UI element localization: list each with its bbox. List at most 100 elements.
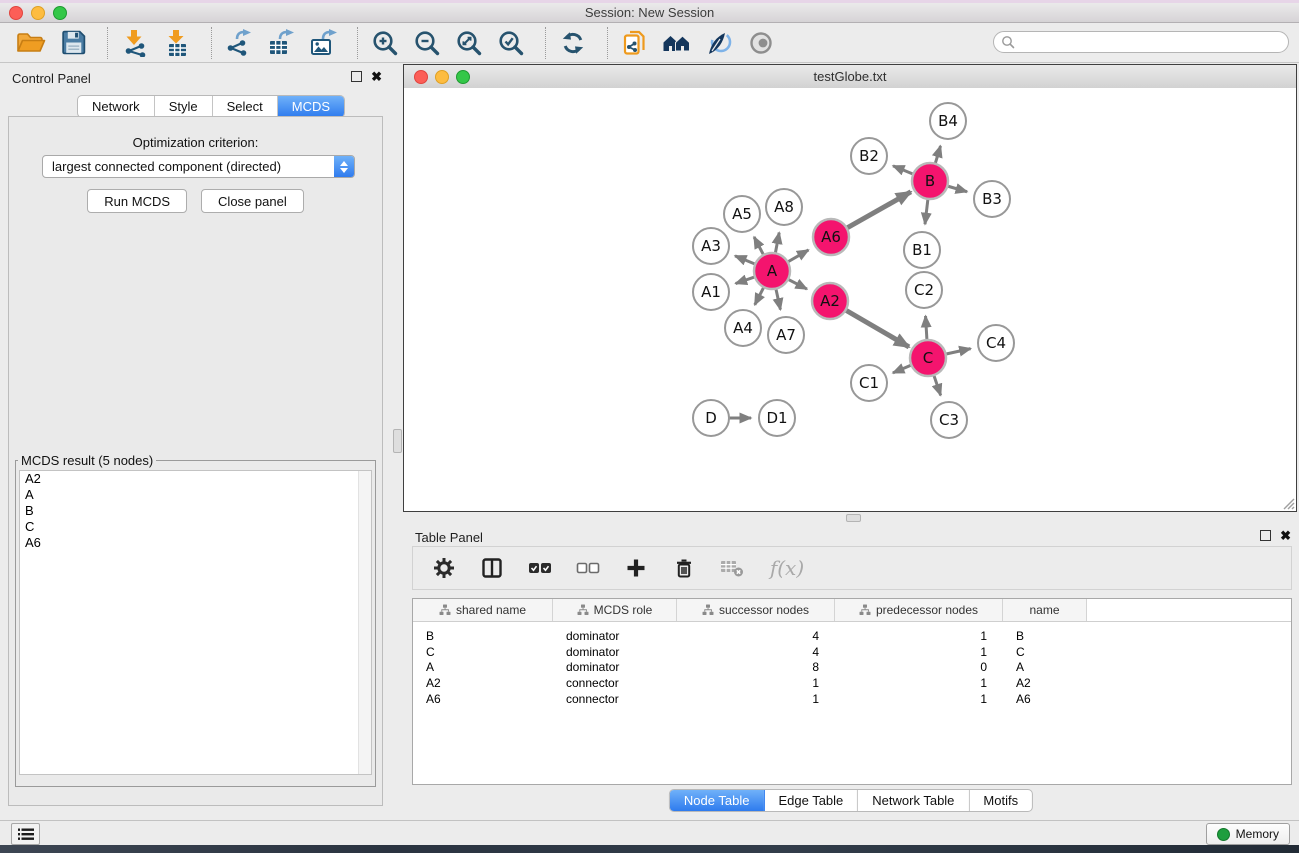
tab-network[interactable]: Network (78, 96, 155, 117)
table-row[interactable]: A6connector11A6 (413, 691, 1291, 707)
vertical-split-divider[interactable] (390, 63, 403, 817)
table-cell[interactable]: 1 (677, 676, 835, 690)
table-cell[interactable]: 4 (677, 629, 835, 643)
export-network-button[interactable] (222, 27, 256, 59)
table-cell[interactable]: 1 (835, 676, 1003, 690)
zoom-in-button[interactable] (368, 27, 402, 59)
criterion-dropdown[interactable]: largest connected component (directed) (42, 155, 355, 178)
column-header-label: predecessor nodes (876, 603, 978, 617)
table-cell[interactable]: A (413, 660, 553, 674)
delete-table-button[interactable] (719, 555, 745, 581)
import-table-button[interactable] (160, 27, 194, 59)
graph-node-label: D (705, 409, 717, 427)
horizontal-split-divider[interactable] (403, 512, 1299, 522)
zoom-selected-button[interactable] (494, 27, 528, 59)
table-cell[interactable]: dominator (553, 660, 677, 674)
tab-motifs[interactable]: Motifs (969, 790, 1032, 811)
table-cell[interactable]: 8 (677, 660, 835, 674)
run-mcds-button[interactable]: Run MCDS (87, 189, 187, 213)
delete-columns-button[interactable] (671, 555, 697, 581)
table-row[interactable]: Bdominator41B (413, 628, 1291, 644)
table-cell[interactable]: A (1003, 660, 1087, 674)
mcds-result-item[interactable]: A (20, 487, 371, 503)
search-field[interactable] (993, 31, 1289, 53)
export-table-button[interactable] (264, 27, 298, 59)
close-panel-button[interactable]: Close panel (201, 189, 304, 213)
gear-icon (433, 557, 455, 579)
save-session-button[interactable] (56, 27, 90, 59)
sketch-button[interactable] (702, 27, 736, 59)
table-cell[interactable]: 1 (835, 645, 1003, 659)
function-builder-button[interactable]: f(x) (767, 555, 807, 581)
table-cell[interactable]: A6 (1003, 692, 1087, 706)
import-network-button[interactable] (118, 27, 152, 59)
mcds-result-item[interactable]: A6 (20, 535, 371, 551)
clone-network-button[interactable] (618, 27, 652, 59)
table-cell[interactable]: 1 (677, 692, 835, 706)
table-cell[interactable]: A6 (413, 692, 553, 706)
tab-network-table[interactable]: Network Table (858, 790, 969, 811)
divider-grip[interactable] (846, 514, 861, 522)
table-cell[interactable]: connector (553, 676, 677, 690)
tab-mcds[interactable]: MCDS (278, 96, 344, 117)
toolbar-search-input[interactable] (1019, 32, 1288, 52)
table-row[interactable]: Cdominator41C (413, 644, 1291, 660)
table-cell[interactable]: dominator (553, 629, 677, 643)
float-panel-icon[interactable] (351, 71, 362, 82)
column-header-successor-nodes[interactable]: successor nodes (677, 599, 835, 621)
zoom-fit-button[interactable] (452, 27, 486, 59)
table-cell[interactable]: C (1003, 645, 1087, 659)
table-cell[interactable]: C (413, 645, 553, 659)
tab-select[interactable]: Select (213, 96, 278, 117)
mcds-result-item[interactable]: B (20, 503, 371, 519)
table-cell[interactable]: dominator (553, 645, 677, 659)
tab-edge-table[interactable]: Edge Table (764, 790, 858, 811)
table-cell[interactable]: 4 (677, 645, 835, 659)
toolbar-separator (545, 27, 547, 59)
table-cell[interactable]: 0 (835, 660, 1003, 674)
zoom-out-button[interactable] (410, 27, 444, 59)
table-row[interactable]: A2connector11A2 (413, 675, 1291, 691)
column-header-mcds-role[interactable]: MCDS role (553, 599, 677, 621)
show-hide-button[interactable] (744, 27, 778, 59)
column-header-shared-name[interactable]: shared name (413, 599, 553, 621)
mcds-result-list[interactable]: A2ABCA6 (19, 470, 372, 775)
select-all-button[interactable] (527, 555, 553, 581)
deselect-all-button[interactable] (575, 555, 601, 581)
table-cell[interactable]: connector (553, 692, 677, 706)
table-header-row: shared nameMCDS rolesuccessor nodes prede… (413, 599, 1291, 622)
create-column-button[interactable] (623, 555, 649, 581)
table-settings-button[interactable] (431, 555, 457, 581)
export-image-button[interactable] (306, 27, 340, 59)
table-row[interactable]: Adominator80A (413, 659, 1291, 675)
mcds-result-item[interactable]: C (20, 519, 371, 535)
graph-node-label: D1 (766, 409, 787, 427)
show-column-panel-button[interactable] (479, 555, 505, 581)
table-cell[interactable]: 1 (835, 692, 1003, 706)
network-canvas[interactable]: AA1A2A3A4A5A6A7A8BB1B2B3B4CC1C2C3C4DD1 (404, 88, 1296, 511)
tab-style[interactable]: Style (155, 96, 213, 117)
window-resize-grip[interactable] (1280, 495, 1295, 510)
table-cell[interactable]: A2 (1003, 676, 1087, 690)
refresh-button[interactable] (556, 27, 590, 59)
divider-grip[interactable] (393, 429, 402, 453)
open-file-button[interactable] (14, 27, 48, 59)
close-panel-icon[interactable]: ✖ (371, 71, 382, 82)
float-panel-icon[interactable] (1260, 530, 1271, 541)
tab-node-table[interactable]: Node Table (670, 790, 765, 811)
close-panel-icon[interactable]: ✖ (1280, 530, 1291, 541)
graph-node-label: A7 (776, 326, 796, 344)
table-cell[interactable]: B (1003, 629, 1087, 643)
table-cell[interactable]: A2 (413, 676, 553, 690)
task-history-button[interactable] (11, 823, 40, 845)
graph-node-label: C1 (859, 374, 879, 392)
memory-button[interactable]: Memory (1206, 823, 1290, 845)
mcds-result-item[interactable]: A2 (20, 471, 371, 487)
table-cell[interactable]: 1 (835, 629, 1003, 643)
column-header-name[interactable]: name (1003, 599, 1087, 621)
home-button[interactable] (660, 27, 694, 59)
table-cell[interactable]: B (413, 629, 553, 643)
list-scrollbar[interactable] (358, 471, 371, 774)
column-header-predecessor-nodes[interactable]: predecessor nodes (835, 599, 1003, 621)
dropdown-stepper-icon[interactable] (334, 156, 354, 177)
